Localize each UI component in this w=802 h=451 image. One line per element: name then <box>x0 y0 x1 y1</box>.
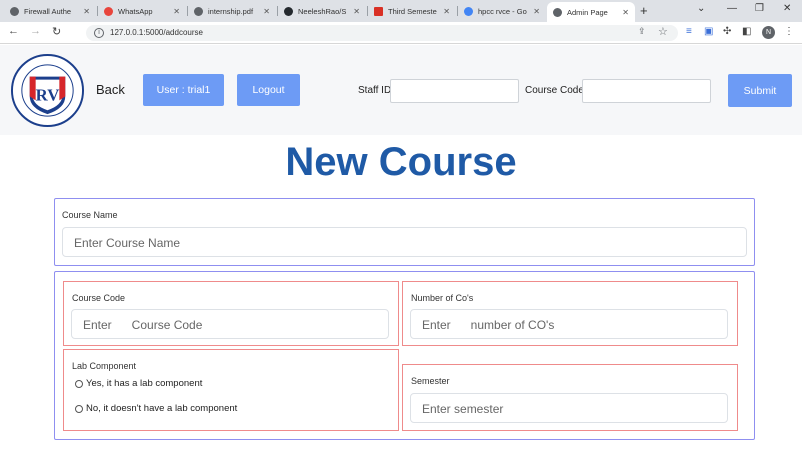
extension-media-icon[interactable]: ▣ <box>704 26 713 37</box>
github-icon <box>284 6 293 16</box>
window-close-icon[interactable]: ✕ <box>783 3 791 14</box>
tab-label: Third Semeste <box>388 6 437 16</box>
staff-id-label: Staff ID <box>358 85 392 96</box>
address-toolbar: ← → ↻ i 127.0.0.1:5000/addcourse ⇪ ☆ ≡ ▣… <box>0 22 802 44</box>
browser-tab-active[interactable]: Admin Page ✕ <box>547 2 635 22</box>
semester-input[interactable]: Enter semester <box>410 393 728 423</box>
gmail-icon <box>374 6 383 16</box>
forward-arrow-icon[interactable]: → <box>30 25 41 37</box>
num-cos-label: Number of Co's <box>411 293 474 303</box>
semester-label: Semester <box>411 376 450 386</box>
globe-icon <box>553 7 562 17</box>
browser-tab[interactable]: Third Semeste ✕ <box>368 2 456 20</box>
close-icon[interactable]: ✕ <box>533 7 540 16</box>
browser-tab[interactable]: Firewall Authe ✕ <box>4 2 96 20</box>
browser-tab[interactable]: internship.pdf ✕ <box>188 2 276 20</box>
logout-button[interactable]: Logout <box>237 74 300 106</box>
course-code-search-input[interactable] <box>582 79 711 103</box>
close-icon[interactable]: ✕ <box>622 8 629 17</box>
close-icon[interactable]: ✕ <box>263 7 270 16</box>
browser-tab[interactable]: WhatsApp ✕ <box>98 2 186 20</box>
course-details-group: Course Code Enter Course Code Number of … <box>54 271 755 440</box>
tab-label: internship.pdf <box>208 6 254 16</box>
submit-button[interactable]: Submit <box>728 74 792 107</box>
tab-label: hpcc rvce - Go <box>478 6 527 16</box>
lab-no-label: No, it doesn't have a lab component <box>86 403 238 414</box>
course-code-placeholder: Enter Course Code <box>83 318 203 332</box>
extension-list-icon[interactable]: ≡ <box>686 26 692 37</box>
lab-component-field: Lab Component Yes, it has a lab componen… <box>63 349 399 431</box>
reload-icon[interactable]: ↻ <box>52 25 61 38</box>
course-name-label: Course Name <box>62 210 118 220</box>
whatsapp-icon <box>104 6 113 16</box>
radio-button[interactable] <box>75 379 83 388</box>
staff-id-input[interactable] <box>390 79 519 103</box>
close-icon[interactable]: ✕ <box>443 7 450 16</box>
semester-placeholder: Enter semester <box>422 402 504 416</box>
back-arrow-icon[interactable]: ← <box>8 25 19 37</box>
lab-yes-label: Yes, it has a lab component <box>86 378 203 389</box>
close-icon[interactable]: ✕ <box>83 7 90 16</box>
bookmark-star-icon[interactable]: ☆ <box>658 25 668 38</box>
address-bar[interactable]: i 127.0.0.1:5000/addcourse ⇪ ☆ <box>86 25 678 41</box>
tab-label: NeeleshRao/S <box>298 6 347 16</box>
close-icon[interactable]: ✕ <box>173 7 180 16</box>
radio-button[interactable] <box>75 404 83 413</box>
google-icon <box>464 6 473 16</box>
user-button[interactable]: User : trial1 <box>143 74 224 106</box>
restore-icon[interactable]: ❐ <box>755 3 764 14</box>
tab-label: Firewall Authe <box>24 6 72 16</box>
menu-dots-icon[interactable]: ⋮ <box>784 26 794 37</box>
lab-no-option[interactable]: No, it doesn't have a lab component <box>75 403 237 414</box>
extensions-puzzle-icon[interactable]: ✣ <box>723 26 731 37</box>
rv-institutions-logo: RV <box>10 53 85 128</box>
globe-icon <box>194 6 203 16</box>
lab-component-label: Lab Component <box>72 361 137 371</box>
globe-icon <box>10 6 19 16</box>
lab-yes-option[interactable]: Yes, it has a lab component <box>75 378 202 389</box>
new-tab-icon[interactable]: + <box>640 3 648 18</box>
num-cos-placeholder: Enter number of CO's <box>422 318 555 332</box>
browser-tab[interactable]: NeeleshRao/S ✕ <box>278 2 366 20</box>
course-code-input[interactable]: Enter Course Code <box>71 309 389 339</box>
browser-tab-strip: Firewall Authe ✕ WhatsApp ✕ internship.p… <box>0 0 802 22</box>
course-code-field-label: Course Code <box>72 293 126 303</box>
side-panel-icon[interactable]: ◧ <box>742 26 751 37</box>
site-info-icon[interactable]: i <box>94 28 104 38</box>
tab-label: Admin Page <box>567 7 608 17</box>
num-cos-field: Number of Co's Enter number of CO's <box>402 281 738 346</box>
browser-tab[interactable]: hpcc rvce - Go ✕ <box>458 2 546 20</box>
course-code-field: Course Code Enter Course Code <box>63 281 399 346</box>
url-text: 127.0.0.1:5000/addcourse <box>110 28 203 37</box>
profile-avatar[interactable]: N <box>762 26 775 39</box>
course-name-placeholder: Enter Course Name <box>74 236 181 250</box>
back-link[interactable]: Back <box>96 82 125 97</box>
share-icon[interactable]: ⇪ <box>638 26 646 37</box>
minimize-icon[interactable]: — <box>727 3 737 14</box>
course-name-group: Course Name Enter Course Name <box>54 198 755 266</box>
close-icon[interactable]: ✕ <box>353 7 360 16</box>
course-code-label: Course Code <box>525 85 584 96</box>
course-name-input[interactable]: Enter Course Name <box>62 227 747 257</box>
semester-field: Semester Enter semester <box>402 364 738 431</box>
site-header: RV Back User : trial1 Logout Staff ID Co… <box>0 45 802 135</box>
num-cos-input[interactable]: Enter number of CO's <box>410 309 728 339</box>
page-title: New Course <box>285 140 517 184</box>
logo-initials: RV <box>36 85 60 104</box>
tab-label: WhatsApp <box>118 6 153 16</box>
chevron-down-icon[interactable]: ⌄ <box>697 3 705 14</box>
